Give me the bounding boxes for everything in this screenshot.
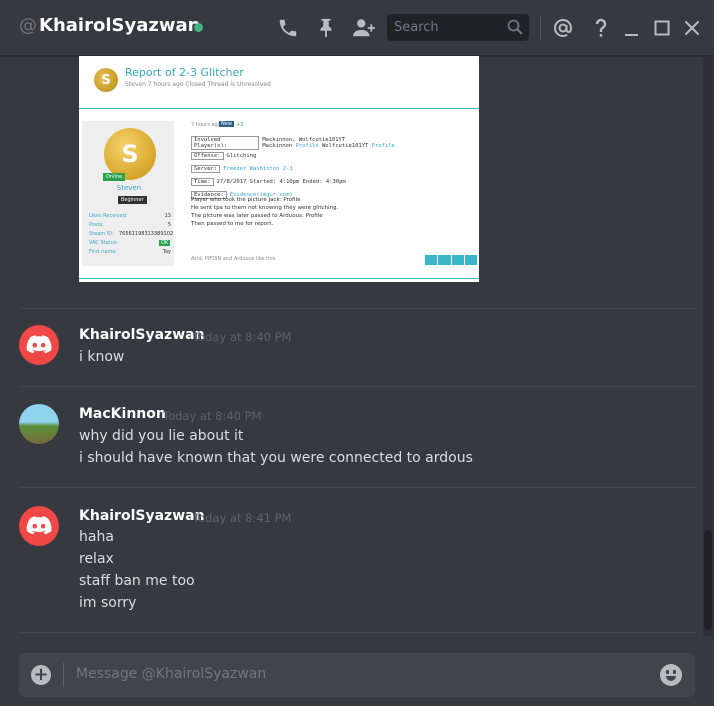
search-input[interactable]: Search [387,14,529,41]
post-action-buttons [425,255,477,265]
report-field-row: Time: 27/8/2017 Started: 4:10pm Ended: 4… [191,175,479,188]
post-action-button [438,255,451,265]
message-text: relax [79,551,114,567]
title-bar: @ KhairolSyazwan Search [0,0,714,56]
post-action-button [451,255,464,265]
field-label: Offense: [191,151,224,160]
user-avatar[interactable] [19,404,59,444]
field-label: Time: [191,177,214,186]
user-avatar[interactable] [19,506,59,546]
post-line: He sent tpa to them not knowing they wer… [191,205,339,211]
report-field-row: Involved Player(s): Mackinnon, Wolfcutie… [191,135,479,150]
discord-logo-icon [26,335,52,354]
dm-at-symbol: @ [19,15,37,36]
discord-logo-icon [26,516,52,535]
message-placeholder: Message @KhairolSyazwan [76,666,267,682]
post-action-button [464,255,477,265]
post-line: Then passed to me for report. [191,221,274,227]
message-timestamp: Today at 8:40 PM [163,409,262,423]
field-label: Server: [191,164,221,173]
field-value: 27/8/2017 Started: 4:10pm Ended: 4:30pm [216,178,346,185]
field-value: Freezer Washinton 2-3 [223,165,293,172]
stat-label: Likes Received: [89,213,128,219]
help-icon[interactable] [589,16,613,40]
stat-label: First name: [89,249,117,255]
thread-meta: Steven 7 hours ago Closed Thread is Unre… [125,81,271,88]
message-author[interactable]: KhairolSyazwan [79,327,205,343]
stat-value: 76561198313389102 [119,231,174,237]
message-text: i should have known that you were connec… [79,450,473,466]
close-icon[interactable] [680,16,704,40]
forum-logo: S [94,68,118,92]
message-author[interactable]: MacKinnon [79,406,166,422]
message-divider [19,386,696,387]
input-divider [63,663,64,687]
mention-icon[interactable] [551,16,575,40]
add-attachment-icon[interactable]: + [31,665,51,685]
thread-title: Report of 2-3 Glitcher [125,66,244,79]
minimize-icon[interactable] [620,16,644,40]
field-value: Mackinnon, Wolfcutie101YT Mackinnon Prof… [262,136,395,149]
embed-divider [79,108,479,109]
message-text: why did you lie about it [79,428,244,444]
scrollbar-thumb[interactable] [704,530,712,630]
message-author[interactable]: KhairolSyazwan [79,508,205,524]
message-text: haha [79,529,114,545]
embed-divider [79,278,479,279]
message-text: i know [79,349,125,365]
message-timestamp: Today at 8:41 PM [193,511,292,525]
add-friend-icon[interactable] [352,16,376,40]
stat-label: VAC Status: [89,240,119,246]
message-divider [19,308,696,309]
post-new-badge: New [219,121,234,127]
stat-value: 5 [167,222,171,228]
post-likes: +3 [236,122,244,128]
maximize-icon[interactable] [650,16,674,40]
online-status-indicator [194,23,203,32]
stat-label: Steam ID: [89,231,114,237]
phone-icon[interactable] [276,16,300,40]
stat-label: Posts: [89,222,104,228]
poster-rank: Beginner [118,196,147,204]
report-field-row: Offense: Glitching [191,149,479,162]
post-action-button [425,255,438,265]
stat-value: Tay [162,249,171,255]
search-icon [507,19,523,39]
emoji-icon[interactable] [660,664,682,686]
message-timestamp: Today at 8:40 PM [193,330,292,344]
post-line: The picture was later passed to Arduous:… [191,213,323,219]
header-divider [540,17,541,39]
vac-ok-badge: OK [159,240,171,246]
pin-icon[interactable] [314,16,338,40]
report-fields: Involved Player(s): Mackinnon, Wolfcutie… [191,135,479,201]
field-label: Involved Player(s): [191,135,260,150]
message-divider [19,632,696,633]
message-text: staff ban me too [79,573,195,589]
message-divider [19,487,696,488]
poster-name: Steven [116,184,142,192]
message-input[interactable]: + Message @KhairolSyazwan [19,653,695,697]
post-liked-by: Acid, PIFDIN and Arduous like this. [191,256,277,262]
field-value: Glitching [226,152,257,159]
stat-value: 13 [164,213,171,219]
post-body: Player who took the picture Jack: Profil… [191,196,338,228]
post-line: Player who took the picture Jack: Profil… [191,197,301,203]
message-text: im sorry [79,595,137,611]
dm-username: KhairolSyazwan [39,15,201,36]
search-placeholder: Search [394,20,439,35]
image-attachment[interactable]: S Report of 2-3 Glitcher Steven 7 hours … [79,56,479,282]
online-badge: Online [103,173,126,181]
user-avatar[interactable] [19,325,59,365]
post-time: 7 hours ago [191,122,221,128]
report-field-row: Server: Freezer Washinton 2-3 [191,162,479,175]
